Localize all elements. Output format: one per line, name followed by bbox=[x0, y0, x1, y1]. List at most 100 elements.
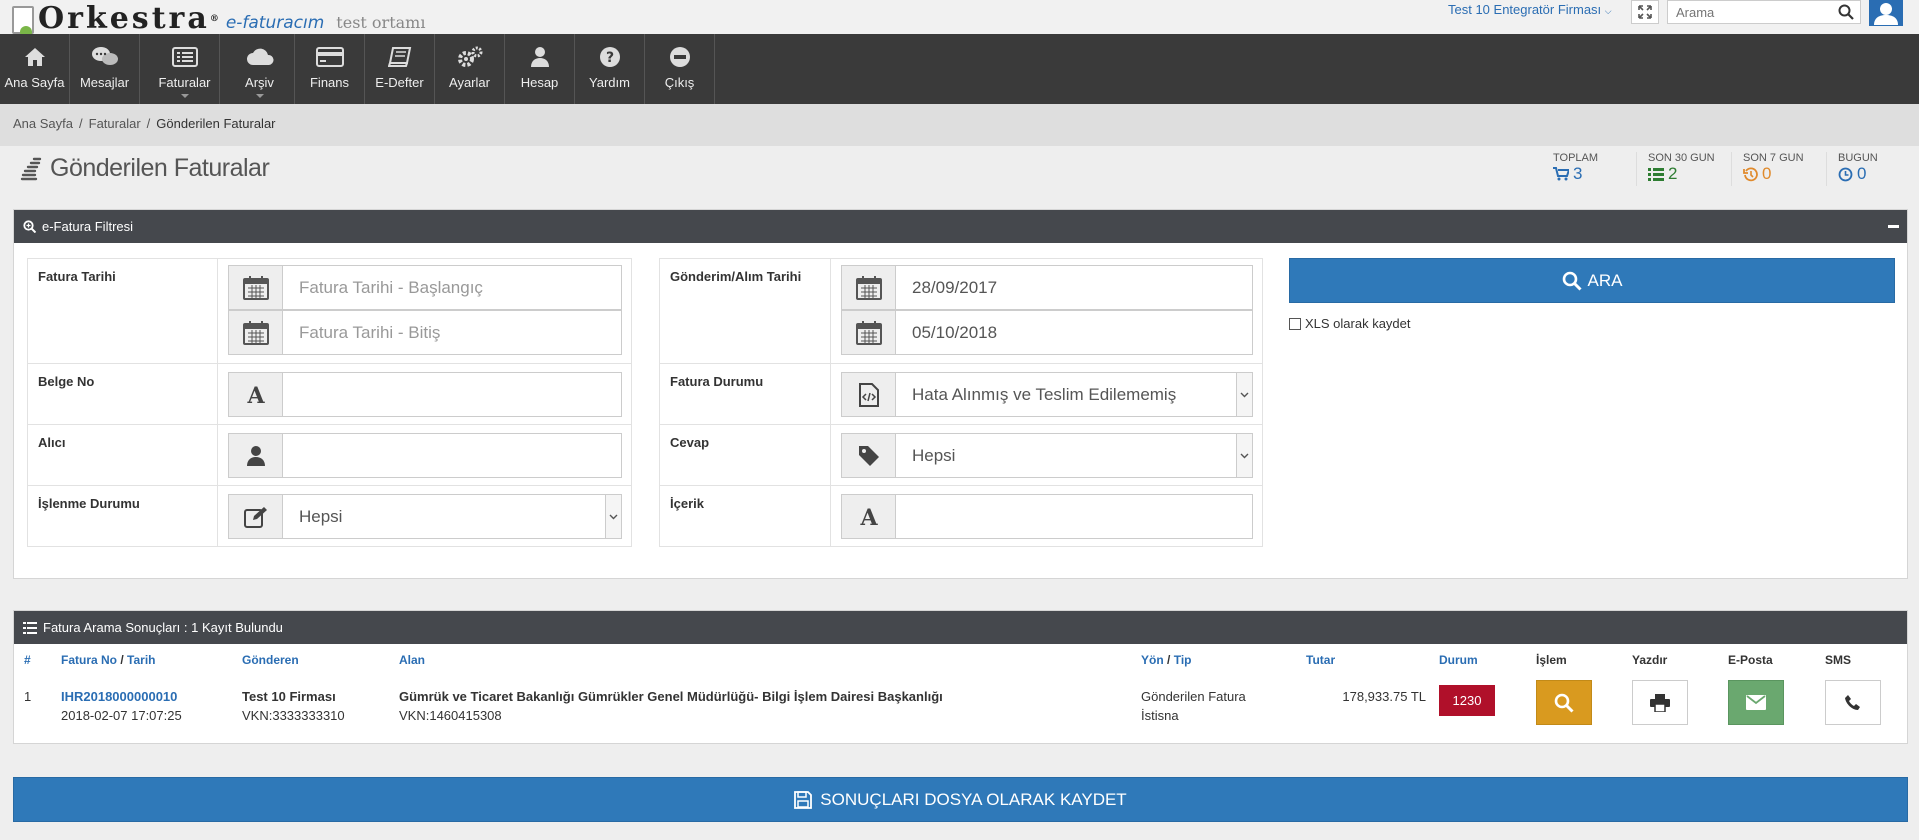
invoice-date-label: Fatura Tarihi bbox=[28, 259, 218, 363]
breadcrumb-invoices[interactable]: Faturalar bbox=[89, 116, 141, 131]
gears-icon bbox=[457, 46, 482, 67]
invoice-date: 2018-02-07 17:07:25 bbox=[61, 708, 182, 723]
col-status[interactable]: Durum bbox=[1439, 653, 1478, 667]
send-date-end-field[interactable]: 05/10/2018 bbox=[841, 310, 1253, 355]
response-label: Cevap bbox=[660, 425, 831, 485]
nav-label: Arşiv bbox=[245, 75, 274, 90]
row-num: 1 bbox=[24, 689, 32, 704]
response-select[interactable]: Hepsi bbox=[841, 433, 1253, 478]
chevron-down-icon bbox=[1240, 392, 1249, 397]
print-button[interactable] bbox=[1632, 680, 1688, 725]
fullscreen-button[interactable] bbox=[1631, 0, 1659, 24]
credit-card-icon bbox=[315, 47, 344, 67]
stat-30-days-value: 2 bbox=[1668, 164, 1678, 183]
stat-7-days: SON 7 GUN 0 bbox=[1743, 152, 1804, 183]
stat-30-days: SON 30 GUN 2 bbox=[1648, 152, 1715, 183]
user-icon bbox=[530, 47, 549, 67]
invoice-link[interactable]: IHR2018000000010 bbox=[61, 689, 177, 704]
send-date-start-field[interactable]: 28/09/2017 bbox=[841, 265, 1253, 310]
nav-item-edefter[interactable]: E-Defter bbox=[365, 34, 435, 104]
filter-row-response: Cevap Hepsi bbox=[660, 425, 1262, 486]
filter-table-left: Fatura Tarihi Fatura Tarihi - Başlangıç … bbox=[27, 258, 632, 547]
home-icon bbox=[24, 48, 45, 66]
envelope-icon bbox=[1746, 695, 1766, 710]
invoice-status-label: Fatura Durumu bbox=[660, 364, 831, 424]
xls-checkbox[interactable] bbox=[1289, 317, 1301, 330]
cart-icon bbox=[1553, 167, 1569, 181]
user-menu-button[interactable] bbox=[1869, 0, 1903, 26]
document-no-field[interactable]: A bbox=[228, 372, 622, 417]
caret-down-icon bbox=[255, 94, 264, 98]
search-plus-icon bbox=[23, 220, 36, 233]
filter-row-receiver: Alıcı bbox=[28, 425, 631, 486]
logo[interactable]: Orkestra® e-faturacım test ortamı bbox=[12, 0, 425, 38]
nav-item-invoices[interactable]: Faturalar bbox=[150, 34, 220, 104]
sms-button[interactable] bbox=[1825, 680, 1881, 725]
code-file-icon bbox=[858, 382, 879, 407]
col-receiver[interactable]: Alan bbox=[399, 653, 425, 667]
stat-total-value: 3 bbox=[1573, 164, 1583, 183]
clock-icon bbox=[1838, 167, 1853, 181]
table-row: 1 IHR2018000000010 2018-02-07 17:07:25 T… bbox=[14, 677, 1907, 743]
chevron-down-icon bbox=[609, 514, 618, 519]
col-direction-type[interactable]: Yön / Tip bbox=[1141, 653, 1191, 667]
nav-label: Faturalar bbox=[158, 75, 211, 90]
breadcrumb-home[interactable]: Ana Sayfa bbox=[13, 116, 73, 131]
nav-item-home[interactable]: Ana Sayfa bbox=[0, 34, 70, 104]
col-sender[interactable]: Gönderen bbox=[242, 653, 299, 667]
collapse-icon[interactable] bbox=[1888, 225, 1899, 228]
search-input[interactable] bbox=[1668, 1, 1828, 23]
content-field[interactable]: A bbox=[841, 494, 1253, 539]
filter-panel: e-Fatura Filtresi Fatura Tarihi Fatura T… bbox=[13, 209, 1908, 579]
nav-label: Yardım bbox=[589, 75, 630, 90]
row-direction-type: Gönderilen Fatura İstisna bbox=[1141, 689, 1246, 723]
row-invoice: IHR2018000000010 2018-02-07 17:07:25 bbox=[61, 687, 182, 725]
calendar-icon bbox=[242, 275, 269, 300]
invoice-date-start-field[interactable]: Fatura Tarihi - Başlangıç bbox=[228, 265, 622, 310]
processing-status-select[interactable]: Hepsi bbox=[228, 494, 622, 539]
filter-panel-header: e-Fatura Filtresi bbox=[14, 210, 1907, 243]
invoice-status-select[interactable]: Hata Alınmış ve Teslim Edilememiş bbox=[841, 372, 1253, 417]
row-sender: Test 10 Firması VKN:3333333310 bbox=[242, 689, 345, 723]
breadcrumb-current: Gönderilen Faturalar bbox=[156, 116, 276, 131]
calendar-icon bbox=[242, 320, 269, 345]
col-email: E-Posta bbox=[1728, 653, 1773, 667]
search-icon bbox=[1554, 693, 1574, 713]
stat-today: BUGUN 0 bbox=[1838, 152, 1878, 183]
receiver-field[interactable] bbox=[228, 433, 622, 478]
xls-export-option[interactable]: XLS olarak kaydet bbox=[1289, 316, 1411, 331]
col-invoice-no[interactable]: Fatura No / Tarih bbox=[61, 653, 156, 667]
nav-item-account[interactable]: Hesap bbox=[505, 34, 575, 104]
nav-label: Çıkış bbox=[664, 75, 695, 90]
filter-table-right: Gönderim/Alım Tarihi 28/09/2017 05/10/20… bbox=[659, 258, 1263, 547]
filter-row-invoice-date: Fatura Tarihi Fatura Tarihi - Başlangıç … bbox=[28, 259, 631, 364]
nav-item-finance[interactable]: Finans bbox=[295, 34, 365, 104]
invoice-date-end-field[interactable]: Fatura Tarihi - Bitiş bbox=[228, 310, 622, 355]
svg-text:?: ? bbox=[605, 50, 613, 66]
chat-icon bbox=[91, 47, 118, 65]
results-panel-header: Fatura Arama Sonuçları : 1 Kayıt Bulundu bbox=[14, 611, 1907, 644]
view-button[interactable] bbox=[1536, 680, 1592, 725]
floppy-disk-icon bbox=[794, 790, 813, 809]
save-results-button[interactable]: SONUÇLARI DOSYA OLARAK KAYDET bbox=[13, 777, 1908, 822]
send-date-label: Gönderim/Alım Tarihi bbox=[660, 259, 831, 363]
nav-item-archive[interactable]: Arşiv bbox=[225, 34, 295, 104]
user-icon bbox=[246, 445, 265, 466]
email-button[interactable] bbox=[1728, 680, 1784, 725]
col-amount[interactable]: Tutar bbox=[1306, 653, 1335, 667]
search-button[interactable]: ARA bbox=[1289, 258, 1895, 303]
search-icon[interactable] bbox=[1838, 4, 1854, 20]
font-icon: A bbox=[859, 506, 878, 528]
status-badge[interactable]: 1230 bbox=[1439, 685, 1495, 716]
list-icon bbox=[1648, 168, 1664, 181]
nav-item-help[interactable]: ? Yardım bbox=[575, 34, 645, 104]
nav-item-settings[interactable]: Ayarlar bbox=[435, 34, 505, 104]
breadcrumb: Ana Sayfa / Faturalar / Gönderilen Faturalar bbox=[0, 104, 1919, 146]
company-selector[interactable]: Test 10 Entegratör Firması ⌵ bbox=[1448, 2, 1612, 17]
print-icon bbox=[1650, 693, 1670, 712]
calendar-icon bbox=[855, 320, 882, 345]
nav-label: Mesajlar bbox=[79, 75, 130, 90]
minus-circle-icon bbox=[669, 47, 690, 67]
nav-item-messages[interactable]: Mesajlar bbox=[70, 34, 140, 104]
nav-item-logout[interactable]: Çıkış bbox=[645, 34, 715, 104]
